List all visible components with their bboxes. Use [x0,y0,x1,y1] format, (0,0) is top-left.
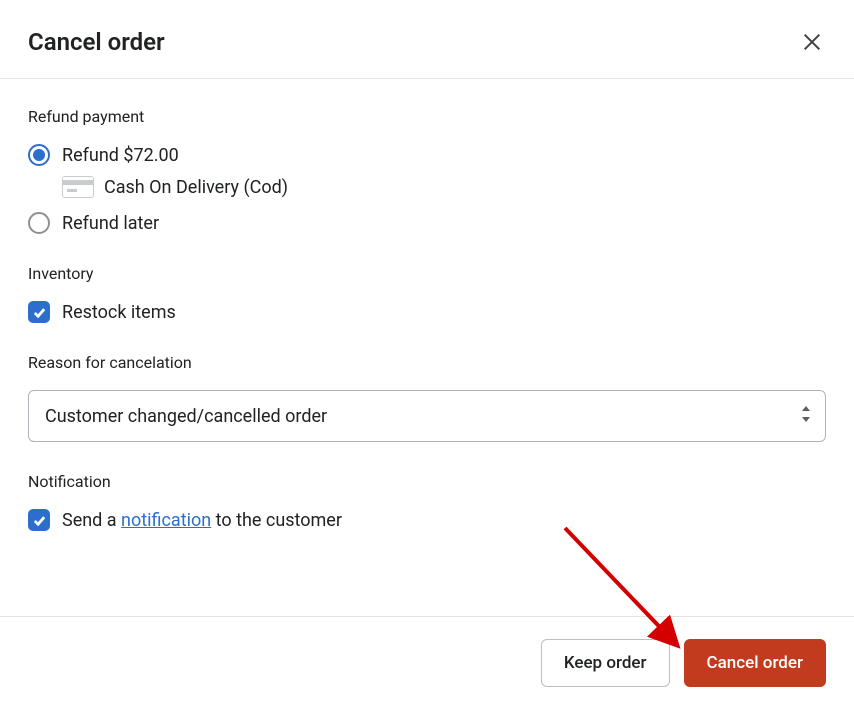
reason-select[interactable]: Customer changed/cancelled order [28,390,826,442]
refund-now-label: Refund $72.00 [62,145,179,166]
modal-header: Cancel order [0,0,854,79]
reason-selected-value: Customer changed/cancelled order [45,406,327,427]
keep-order-button[interactable]: Keep order [541,639,670,687]
notification-prefix: Send a [62,510,121,531]
notification-suffix: to the customer [211,510,342,531]
modal-title: Cancel order [28,28,165,56]
cancel-order-button[interactable]: Cancel order [684,639,826,687]
cancel-order-modal: Cancel order Refund payment Refund $72.0… [0,0,854,709]
payment-method-row: Cash On Delivery (Cod) [62,176,826,198]
send-notification-row[interactable]: Send a notification to the customer [28,509,826,531]
reason-section-label: Reason for cancelation [28,353,826,372]
radio-icon [28,212,50,234]
refund-section-label: Refund payment [28,107,826,126]
notification-section-label: Notification [28,472,826,491]
payment-card-icon [62,176,94,198]
reason-select-wrap: Customer changed/cancelled order [28,390,826,442]
restock-label: Restock items [62,302,176,323]
notification-link[interactable]: notification [121,510,211,531]
checkbox-checked-icon [28,301,50,323]
modal-body: Refund payment Refund $72.00 Cash On Del… [0,79,854,616]
close-icon [801,31,823,53]
radio-icon [28,144,50,166]
payment-method-text: Cash On Delivery (Cod) [104,177,288,198]
refund-now-option[interactable]: Refund $72.00 [28,144,826,166]
refund-later-label: Refund later [62,213,159,234]
checkbox-checked-icon [28,509,50,531]
close-button[interactable] [798,28,826,56]
refund-later-option[interactable]: Refund later [28,212,826,234]
radio-dot-icon [33,149,45,161]
inventory-section-label: Inventory [28,264,826,283]
restock-checkbox-row[interactable]: Restock items [28,301,826,323]
send-notification-label: Send a notification to the customer [62,510,342,531]
modal-footer: Keep order Cancel order [0,616,854,709]
